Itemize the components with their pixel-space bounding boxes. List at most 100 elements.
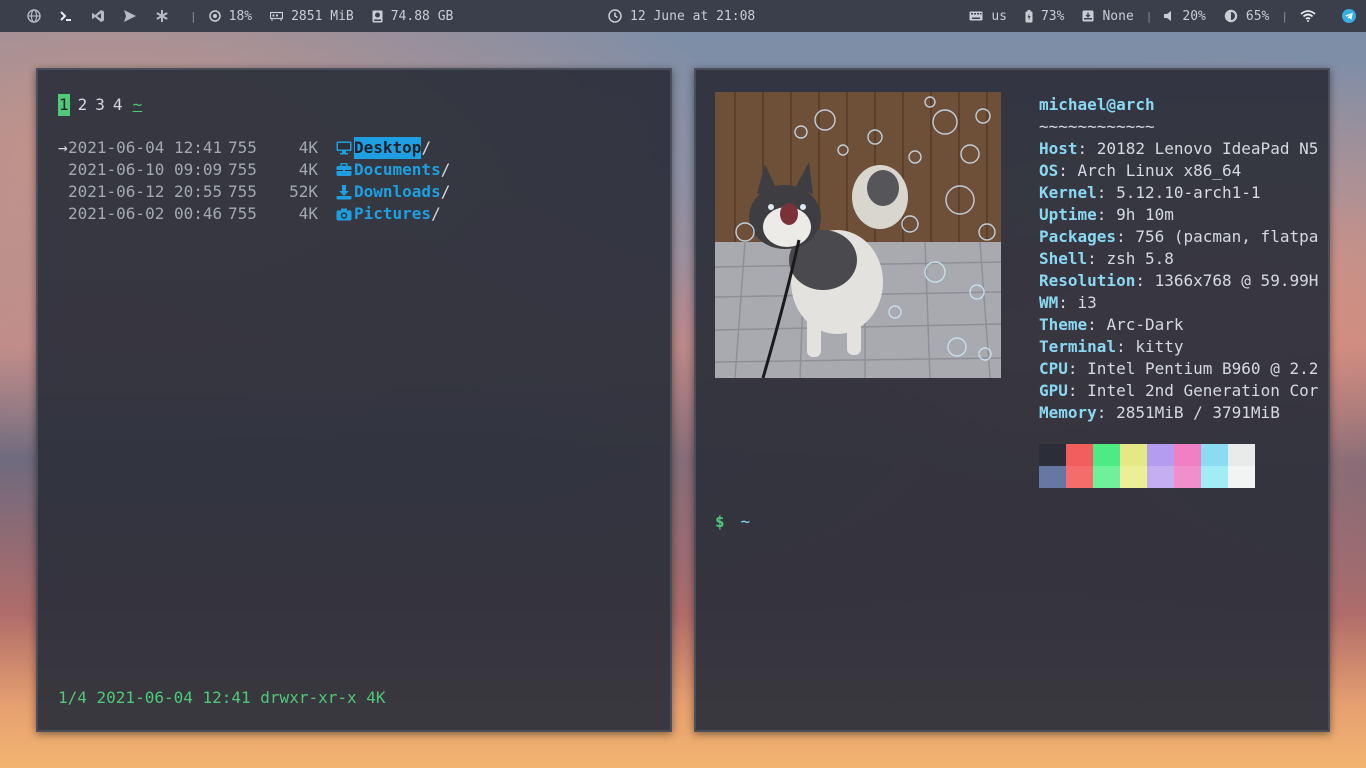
file-perm: 755: [228, 138, 257, 157]
cpu-icon: [208, 10, 221, 22]
battery-indicator: 73%: [1025, 9, 1064, 24]
info-gpu: GPU: Intel 2nd Generation Cor: [1039, 381, 1319, 400]
volume-icon: [1164, 10, 1174, 22]
shell-prompt[interactable]: $ ~: [715, 511, 750, 533]
brightness-value: 65%: [1245, 8, 1270, 24]
clock-icon: [608, 9, 622, 23]
file-date: 2021-06-10 09:09: [68, 160, 223, 179]
keyboard-indicator[interactable]: us: [969, 9, 1007, 24]
keyboard-layout: us: [991, 8, 1007, 24]
desktop-icon: [336, 137, 354, 159]
file-size: 4K: [298, 160, 318, 179]
datetime-text: 12 June at 21:08: [630, 8, 756, 24]
file-date: 2021-06-12 20:55: [68, 182, 223, 201]
info-theme: Theme: Arc-Dark: [1039, 315, 1184, 334]
wifi-icon: [1300, 10, 1316, 22]
file-size: 4K: [298, 204, 318, 223]
brightness-icon: [1224, 9, 1238, 23]
globe-icon[interactable]: [18, 0, 50, 32]
memory-value: 2851 MiB: [291, 8, 354, 24]
ranger-tab-3[interactable]: 3: [95, 94, 105, 116]
ranger-current-path: ~: [132, 95, 143, 114]
prompt-symbol: $: [715, 512, 725, 531]
cpu-indicator: 18%: [208, 8, 253, 24]
terminal-window-neofetch[interactable]: michael@arch ~~~~~~~~~~~~ Host: 20182 Le…: [694, 68, 1330, 732]
dnd-indicator[interactable]: None: [1082, 8, 1134, 24]
info-kernel: Kernel: 5.12.10-arch1-1: [1039, 183, 1261, 202]
clock[interactable]: 12 June at 21:08: [608, 0, 755, 32]
ranger-tab-4[interactable]: 4: [113, 94, 123, 116]
dir-slash: /: [431, 204, 441, 223]
cursor-arrow: [58, 181, 68, 203]
info-wm: WM: i3: [1039, 293, 1097, 312]
file-date: 2021-06-04 12:41: [68, 138, 223, 157]
file-size: 4K: [298, 138, 318, 157]
file-name: Pictures: [354, 204, 432, 223]
send-icon[interactable]: [114, 0, 146, 32]
briefcase-icon: [336, 159, 354, 181]
disk-value: 74.88 GB: [390, 8, 454, 24]
terminal-window-ranger[interactable]: 1 2 3 4 ~ → 2021-06-04 12:41 755 4K Desk…: [36, 68, 672, 732]
info-terminal: Terminal: kitty: [1039, 337, 1184, 356]
telegram-tray-icon[interactable]: [1342, 9, 1356, 23]
dir-slash: /: [440, 160, 451, 179]
color-swatch: [1174, 466, 1201, 488]
cursor-arrow: →: [58, 138, 68, 157]
inbox-icon: [1082, 10, 1094, 22]
color-swatch: [1174, 444, 1201, 466]
volume-indicator[interactable]: 20%: [1164, 8, 1206, 24]
volume-value: 20%: [1182, 8, 1206, 24]
color-swatch: [1039, 466, 1066, 488]
info-shell: Shell: zsh 5.8: [1039, 249, 1174, 268]
file-name: Documents: [354, 160, 441, 179]
terminal-icon[interactable]: [50, 0, 82, 32]
file-perm: 755: [228, 204, 257, 223]
file-row-desktop[interactable]: → 2021-06-04 12:41 755 4K Desktop /: [58, 137, 450, 159]
info-host: Host: 20182 Lenovo IdeaPad N5: [1039, 139, 1319, 158]
memory-indicator: 2851 MiB: [270, 9, 354, 24]
ranger-tab-bar: 1 2 3 4 ~: [58, 94, 142, 116]
info-cpu: CPU: Intel Pentium B960 @ 2.2: [1039, 359, 1319, 378]
color-swatch: [1093, 444, 1120, 466]
ranger-tab-1[interactable]: 1: [58, 94, 70, 116]
color-palette: [1039, 444, 1255, 488]
color-swatch: [1039, 444, 1066, 466]
separator: |: [190, 9, 197, 23]
file-perm: 755: [228, 160, 257, 179]
vscode-icon[interactable]: [82, 0, 114, 32]
file-row-documents[interactable]: 2021-06-10 09:09 755 4K Documents /: [58, 159, 450, 181]
asterisk-icon[interactable]: [146, 0, 178, 32]
file-row-pictures[interactable]: 2021-06-02 00:46 755 4K Pictures /: [58, 203, 450, 225]
color-swatch: [1066, 444, 1093, 466]
dnd-value: None: [1102, 8, 1134, 24]
dir-slash: /: [440, 182, 451, 201]
info-os: OS: Arch Linux x86_64: [1039, 161, 1242, 180]
ranger-tab-2[interactable]: 2: [78, 94, 88, 116]
cursor-arrow: [58, 203, 68, 225]
file-name: Downloads: [354, 182, 441, 201]
brightness-indicator[interactable]: 65%: [1224, 9, 1269, 24]
download-icon: [336, 181, 354, 203]
battery-charging-icon: [1025, 9, 1033, 23]
file-date: 2021-06-02 00:46: [68, 204, 223, 223]
user-host-underline: ~~~~~~~~~~~~: [1039, 117, 1155, 136]
workspace-switcher: | 18% 2851 MiB 74.88 GB: [18, 0, 453, 32]
prompt-cwd: ~: [740, 512, 751, 531]
cpu-value: 18%: [228, 8, 253, 24]
wifi-indicator[interactable]: [1300, 10, 1324, 22]
file-perm: 755: [228, 182, 257, 201]
color-swatch: [1066, 466, 1093, 488]
keyboard-icon: [969, 11, 983, 21]
disk-indicator: 74.88 GB: [372, 8, 454, 24]
battery-value: 73%: [1040, 8, 1065, 24]
separator: |: [1145, 9, 1153, 23]
file-row-downloads[interactable]: 2021-06-12 20:55 755 52K Downloads /: [58, 181, 450, 203]
dir-slash: /: [421, 138, 432, 157]
color-swatch: [1228, 466, 1255, 488]
info-resolution: Resolution: 1366x768 @ 59.99H: [1039, 271, 1319, 290]
ranger-file-list: → 2021-06-04 12:41 755 4K Desktop/ 2021-…: [58, 137, 450, 225]
color-swatch: [1120, 444, 1147, 466]
memory-icon: [270, 11, 284, 21]
color-swatch: [1147, 466, 1174, 488]
color-swatch: [1201, 444, 1228, 466]
